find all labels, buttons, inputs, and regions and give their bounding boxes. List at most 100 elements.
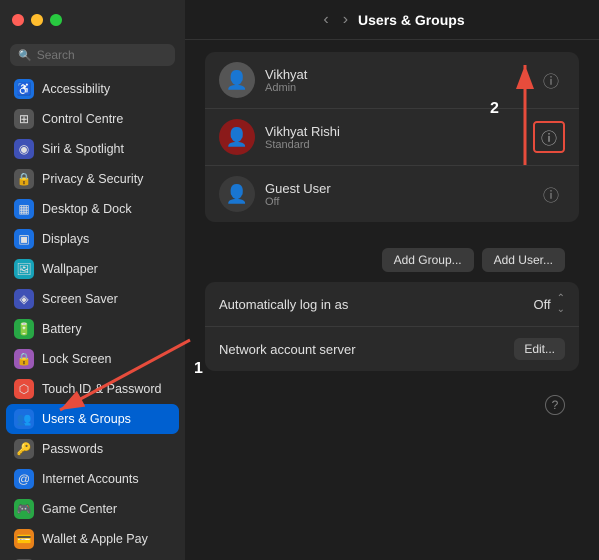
sidebar-item-siri-spotlight[interactable]: ◉ Siri & Spotlight [6, 134, 179, 164]
auto-login-text: Off [534, 297, 551, 312]
user-row-vikhyat-rishi: 👤 Vikhyat Rishi Standard ⓘ [205, 109, 579, 166]
main-panel: ‹ › Users & Groups 👤 Vikhyat Admin ⓘ 👤 V… [185, 0, 599, 560]
settings-section: Automatically log in as Off ⌃⌄ Network a… [205, 282, 579, 371]
sidebar-icon-privacy-security: 🔒 [14, 169, 34, 189]
sidebar-item-wallpaper[interactable]: 🖼 Wallpaper [6, 254, 179, 284]
sidebar-item-battery[interactable]: 🔋 Battery [6, 314, 179, 344]
annotation-label-1: 1 [194, 360, 203, 378]
sidebar-label-siri-spotlight: Siri & Spotlight [42, 142, 124, 156]
user-name-vikhyat-rishi: Vikhyat Rishi [265, 124, 533, 139]
title-bar [0, 0, 185, 40]
sidebar-icon-lock-screen: 🔒 [14, 349, 34, 369]
add-group-button[interactable]: Add Group... [382, 248, 474, 272]
network-account-value: Edit... [514, 338, 565, 360]
auto-login-value: Off ⌃⌄ [534, 293, 566, 315]
sidebar-icon-touch-id: ⬡ [14, 379, 34, 399]
sidebar-label-game-center: Game Center [42, 502, 117, 516]
minimize-button[interactable] [31, 14, 43, 26]
sidebar-icon-users-groups: 👥 [14, 409, 34, 429]
sidebar-item-touch-id[interactable]: ⬡ Touch ID & Password [6, 374, 179, 404]
auto-login-row: Automatically log in as Off ⌃⌄ [205, 282, 579, 327]
user-info-vikhyat: Vikhyat Admin [265, 67, 537, 94]
annotation-label-2: 2 [490, 100, 499, 118]
add-user-button[interactable]: Add User... [482, 248, 565, 272]
sidebar-label-displays: Displays [42, 232, 89, 246]
sidebar-list: ♿ Accessibility ⊞ Control Centre ◉ Siri … [0, 74, 185, 560]
sidebar-label-users-groups: Users & Groups [42, 412, 131, 426]
network-account-label: Network account server [219, 342, 356, 357]
user-name-guest-user: Guest User [265, 181, 537, 196]
sidebar-item-users-groups[interactable]: 👥 Users & Groups [6, 404, 179, 434]
sidebar-icon-screen-saver: ◈ [14, 289, 34, 309]
back-button[interactable]: ‹ [319, 9, 332, 31]
sidebar-item-game-center[interactable]: 🎮 Game Center [6, 494, 179, 524]
main-content: 👤 Vikhyat Admin ⓘ 👤 Vikhyat Rishi Standa… [185, 40, 599, 560]
sidebar: 🔍 ♿ Accessibility ⊞ Control Centre ◉ Sir… [0, 0, 185, 560]
info-button-vikhyat[interactable]: ⓘ [537, 66, 565, 94]
sidebar-item-privacy-security[interactable]: 🔒 Privacy & Security [6, 164, 179, 194]
avatar-guest-user: 👤 [219, 176, 255, 212]
sidebar-icon-wallpaper: 🖼 [14, 259, 34, 279]
sidebar-icon-control-centre: ⊞ [14, 109, 34, 129]
sidebar-label-internet-accounts: Internet Accounts [42, 472, 139, 486]
help-row: ? [205, 387, 579, 423]
sidebar-label-touch-id: Touch ID & Password [42, 382, 162, 396]
sidebar-label-wallpaper: Wallpaper [42, 262, 98, 276]
user-info-vikhyat-rishi: Vikhyat Rishi Standard [265, 124, 533, 151]
sidebar-label-screen-saver: Screen Saver [42, 292, 118, 306]
sidebar-item-desktop-dock[interactable]: ▦ Desktop & Dock [6, 194, 179, 224]
sidebar-item-lock-screen[interactable]: 🔒 Lock Screen [6, 344, 179, 374]
sidebar-icon-wallet-apple-pay: 💳 [14, 529, 34, 549]
sidebar-item-passwords[interactable]: 🔑 Passwords [6, 434, 179, 464]
sidebar-item-internet-accounts[interactable]: @ Internet Accounts [6, 464, 179, 494]
avatar-vikhyat-rishi: 👤 [219, 119, 255, 155]
sidebar-item-screen-saver[interactable]: ◈ Screen Saver [6, 284, 179, 314]
sidebar-label-accessibility: Accessibility [42, 82, 110, 96]
edit-button[interactable]: Edit... [514, 338, 565, 360]
sidebar-item-wallet-apple-pay[interactable]: 💳 Wallet & Apple Pay [6, 524, 179, 554]
maximize-button[interactable] [50, 14, 62, 26]
buttons-row: Add Group... Add User... [205, 238, 579, 282]
search-bar[interactable]: 🔍 [10, 44, 175, 66]
user-info-guest-user: Guest User Off [265, 181, 537, 208]
forward-button[interactable]: › [339, 9, 352, 31]
sidebar-icon-displays: ▣ [14, 229, 34, 249]
user-row-vikhyat: 👤 Vikhyat Admin ⓘ [205, 52, 579, 109]
user-role-vikhyat: Admin [265, 82, 537, 94]
sidebar-label-desktop-dock: Desktop & Dock [42, 202, 132, 216]
close-button[interactable] [12, 14, 24, 26]
auto-login-label: Automatically log in as [219, 297, 348, 312]
sidebar-item-control-centre[interactable]: ⊞ Control Centre [6, 104, 179, 134]
chevron-icon: ⌃⌄ [557, 293, 565, 315]
sidebar-icon-siri-spotlight: ◉ [14, 139, 34, 159]
avatar-vikhyat: 👤 [219, 62, 255, 98]
user-row-guest-user: 👤 Guest User Off ⓘ [205, 166, 579, 222]
search-input[interactable] [37, 48, 167, 62]
sidebar-label-lock-screen: Lock Screen [42, 352, 111, 366]
sidebar-label-control-centre: Control Centre [42, 112, 123, 126]
sidebar-label-privacy-security: Privacy & Security [42, 172, 143, 186]
network-account-row: Network account server Edit... [205, 327, 579, 371]
info-button-vikhyat-rishi[interactable]: ⓘ [533, 121, 565, 153]
sidebar-item-keyboard[interactable]: ⌨ Keyboard [6, 554, 179, 560]
sidebar-icon-game-center: 🎮 [14, 499, 34, 519]
info-button-guest-user[interactable]: ⓘ [537, 180, 565, 208]
sidebar-icon-internet-accounts: @ [14, 469, 34, 489]
sidebar-icon-desktop-dock: ▦ [14, 199, 34, 219]
users-section: 👤 Vikhyat Admin ⓘ 👤 Vikhyat Rishi Standa… [205, 52, 579, 222]
user-role-vikhyat-rishi: Standard [265, 139, 533, 151]
help-button[interactable]: ? [545, 395, 565, 415]
search-icon: 🔍 [18, 49, 32, 62]
sidebar-item-accessibility[interactable]: ♿ Accessibility [6, 74, 179, 104]
sidebar-icon-passwords: 🔑 [14, 439, 34, 459]
sidebar-label-passwords: Passwords [42, 442, 103, 456]
user-role-guest-user: Off [265, 196, 537, 208]
main-titlebar: ‹ › Users & Groups [185, 0, 599, 40]
sidebar-label-wallet-apple-pay: Wallet & Apple Pay [42, 532, 148, 546]
sidebar-icon-accessibility: ♿ [14, 79, 34, 99]
sidebar-label-battery: Battery [42, 322, 82, 336]
user-name-vikhyat: Vikhyat [265, 67, 537, 82]
sidebar-item-displays[interactable]: ▣ Displays [6, 224, 179, 254]
page-title: Users & Groups [358, 12, 465, 28]
sidebar-icon-battery: 🔋 [14, 319, 34, 339]
